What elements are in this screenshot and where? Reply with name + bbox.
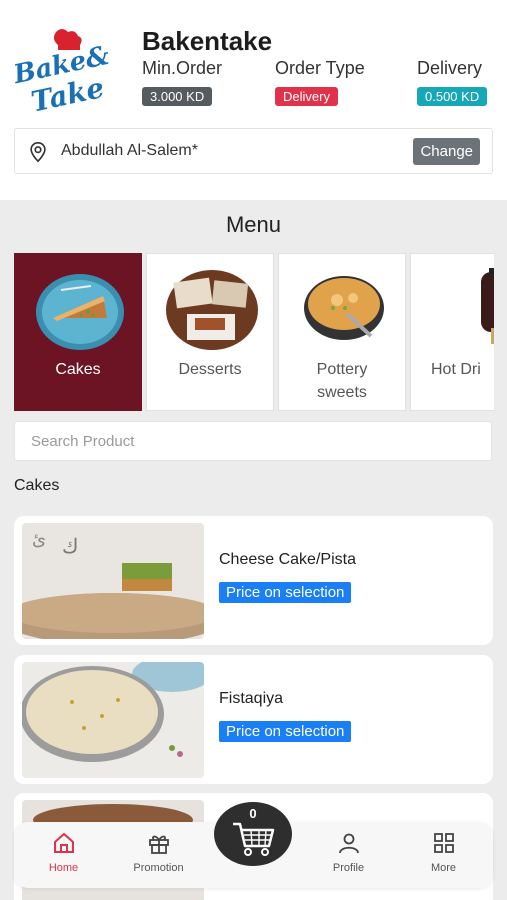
desserts-category-image (166, 270, 258, 350)
order-type-badge: Delivery (275, 87, 338, 106)
category-label-cakes: Cakes (55, 361, 101, 378)
section-title: Cakes (14, 477, 60, 494)
nav-label-profile: Profile (332, 862, 365, 874)
min-order-badge: 3.000 KD (142, 87, 213, 106)
category-carousel[interactable]: Cakes Desserts Pottery sweets Hot Dri (14, 253, 494, 411)
cart-button[interactable]: 0 (214, 802, 292, 866)
nav-label-more: More (430, 862, 457, 874)
category-label-pottery-sweets: Pottery sweets (316, 361, 368, 401)
nav-promotion[interactable]: Promotion (111, 832, 206, 874)
product-image (22, 662, 204, 778)
category-label-hot-drinks: Hot Dri (431, 361, 481, 378)
price-badge: Price on selection (219, 582, 352, 603)
product-card[interactable]: ئ ك Cheese Cake/Pista Price on selection (14, 516, 493, 645)
location-pin-icon (27, 141, 49, 168)
order-type-label: Order Type (275, 58, 365, 78)
gift-icon (148, 835, 169, 854)
product-card[interactable]: Fistaqiya Price on selection (14, 655, 493, 784)
delivery-fee-info: Delivery 0.500 KD (417, 58, 488, 106)
price-badge: Price on selection (219, 721, 352, 742)
user-icon (338, 833, 359, 854)
nav-label-home: Home (48, 862, 79, 874)
pottery-sweets-category-image (304, 276, 384, 340)
grid-icon (433, 833, 454, 853)
nav-label-promotion: Promotion (133, 862, 184, 874)
cart-count-badge: 0 (249, 806, 257, 821)
min-order-info: Min.Order 3.000 KD (142, 58, 222, 106)
category-desserts[interactable]: Desserts (146, 253, 274, 411)
menu-title: Menu (225, 212, 282, 237)
home-icon (53, 832, 74, 853)
address-text: Abdullah Al-Salem* (61, 142, 198, 159)
product-image: ئ ك (22, 523, 204, 639)
nav-home[interactable]: Home (16, 832, 111, 874)
category-label-desserts: Desserts (178, 361, 242, 378)
cart-icon (233, 822, 275, 856)
delivery-fee-label: Delivery (417, 58, 483, 78)
delivery-fee-badge: 0.500 KD (417, 87, 488, 106)
svg-text:ئ: ئ (32, 529, 46, 550)
product-name: Fistaqiya (219, 690, 284, 707)
menu-section: Menu Cakes Desserts Pottery sweets Hot D… (0, 200, 507, 900)
shop-header: Bake& Take Bakentake Min.Order 3.000 KD … (0, 0, 507, 200)
hot-drinks-category-image (481, 268, 494, 344)
cakes-category-image (36, 274, 124, 350)
nav-profile[interactable]: Profile (301, 832, 396, 874)
order-type-info: Order Type Delivery (275, 58, 365, 106)
min-order-label: Min.Order (142, 58, 223, 78)
shop-logo: Bake& Take (10, 26, 113, 119)
shop-name: Bakentake (142, 26, 273, 56)
search-input[interactable] (14, 421, 492, 461)
change-address-button[interactable]: Change (413, 138, 480, 165)
svg-text:ك: ك (62, 534, 78, 558)
address-bar[interactable]: Abdullah Al-Salem* Change (14, 128, 493, 174)
category-hot-drinks[interactable]: Hot Dri (410, 253, 494, 411)
product-name: Cheese Cake/Pista (219, 551, 356, 568)
nav-more[interactable]: More (396, 832, 491, 874)
category-pottery-sweets[interactable]: Pottery sweets (278, 253, 406, 411)
category-cakes[interactable]: Cakes (14, 253, 142, 411)
